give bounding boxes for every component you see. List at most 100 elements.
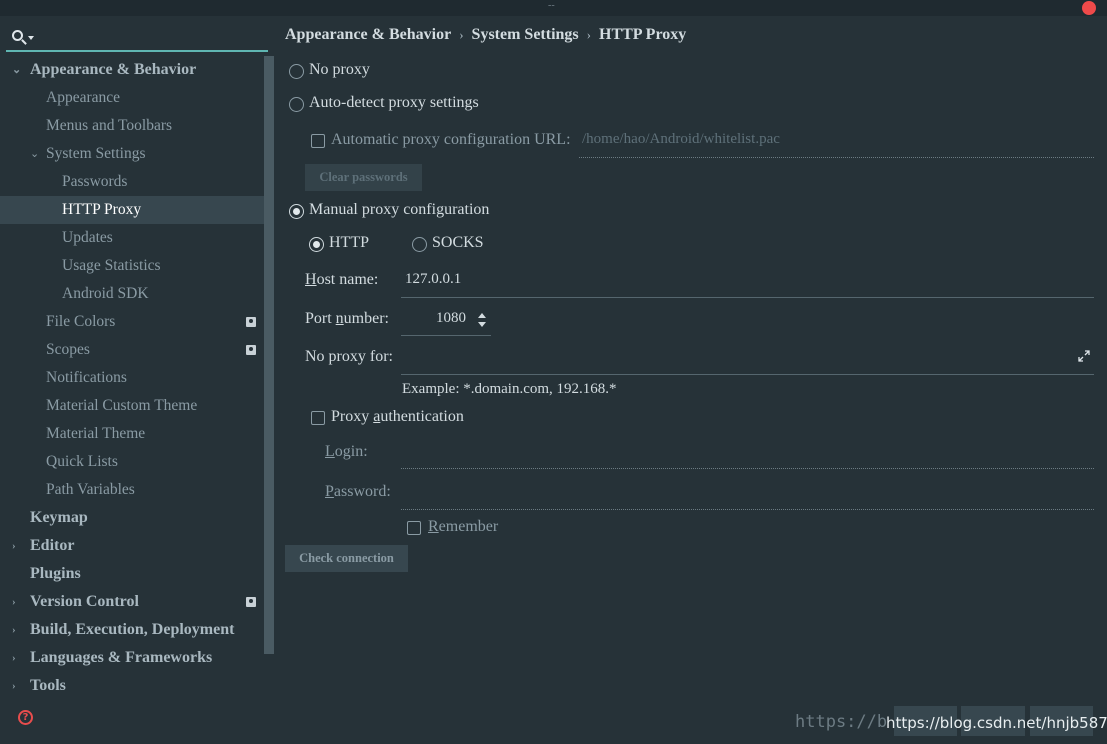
sidebar-item-editor[interactable]: › Editor [0, 532, 264, 560]
sidebar-item-quick-lists[interactable]: Quick Lists [0, 448, 264, 476]
remember-label[interactable]: Remember [428, 518, 498, 536]
http-radio[interactable] [309, 237, 324, 252]
proxy-auth-label[interactable]: Proxy authentication [331, 408, 464, 426]
password-input[interactable] [401, 509, 1094, 510]
auto-detect-radio[interactable] [289, 97, 304, 112]
sidebar-item-label: Keymap [30, 509, 88, 526]
port-number-input[interactable]: 1080 [436, 310, 466, 327]
chevron-right-icon[interactable]: › [12, 616, 16, 644]
no-proxy-label[interactable]: No proxy [309, 61, 370, 79]
http-proxy-panel: Appearance & Behavior › System Settings › HT… [275, 16, 1107, 744]
login-input[interactable] [401, 468, 1094, 469]
breadcrumb-system-settings: System Settings [471, 26, 579, 43]
expand-icon[interactable] [1078, 350, 1090, 362]
watermark-text: https://b [795, 712, 888, 732]
sidebar-item-label: Build, Execution, Deployment [30, 621, 235, 638]
help-icon[interactable]: ? [18, 710, 33, 725]
sidebar-item-label: Material Theme [46, 425, 146, 442]
search-options-chevron-icon[interactable] [28, 36, 34, 40]
sidebar-item-label: Updates [62, 229, 113, 246]
auto-detect-label[interactable]: Auto-detect proxy settings [309, 94, 479, 112]
password-label: Password: [325, 483, 391, 501]
manual-proxy-radio[interactable] [289, 204, 304, 219]
watermark-url: https://blog.csdn.net/hnjb5873 [886, 714, 1107, 732]
sidebar-item-label: Passwords [62, 173, 128, 190]
host-mnemonic: H [305, 271, 317, 288]
port-label-rest: umber: [343, 310, 389, 327]
no-proxy-example: Example: *.domain.com, 192.168.* [402, 381, 617, 397]
password-label-rest: assword: [333, 483, 391, 500]
sidebar-item-file-colors[interactable]: File Colors [0, 308, 264, 336]
sidebar-item-usage-statistics[interactable]: Usage Statistics [0, 252, 264, 280]
chevron-down-icon[interactable]: ⌄ [12, 56, 21, 84]
auto-config-url-checkbox[interactable] [311, 134, 325, 148]
check-connection-button[interactable]: Check connection [285, 545, 408, 572]
sidebar-item-label: Android SDK [62, 285, 149, 302]
sidebar-item-notifications[interactable]: Notifications [0, 364, 264, 392]
port-number-label: Port number: [305, 310, 389, 328]
sidebar-item-label: Menus and Toolbars [46, 117, 173, 134]
search-icon-handle [21, 39, 27, 45]
sidebar-item-label: Languages & Frameworks [30, 649, 213, 666]
proxy-auth-checkbox[interactable] [311, 411, 325, 425]
manual-proxy-label[interactable]: Manual proxy configuration [309, 201, 489, 219]
chevron-down-icon[interactable]: ⌄ [30, 140, 39, 168]
port-number-underline [401, 335, 491, 336]
clear-passwords-button[interactable]: Clear passwords [305, 164, 422, 191]
host-label-rest: ost name: [316, 271, 379, 288]
sidebar-item-keymap[interactable]: Keymap [0, 504, 264, 532]
sidebar-item-android-sdk[interactable]: Android SDK [0, 280, 264, 308]
sidebar-item-passwords[interactable]: Passwords [0, 168, 264, 196]
chevron-right-icon[interactable]: › [12, 588, 16, 616]
sidebar-item-label: HTTP Proxy [62, 201, 142, 218]
sidebar-item-menus-and-toolbars[interactable]: Menus and Toolbars [0, 112, 264, 140]
chevron-right-icon[interactable]: › [12, 532, 16, 560]
password-mnemonic: P [325, 483, 334, 500]
sidebar-item-plugins[interactable]: Plugins [0, 560, 264, 588]
sidebar-item-scopes[interactable]: Scopes [0, 336, 264, 364]
sidebar-item-system-settings[interactable]: ⌄ System Settings [0, 140, 264, 168]
chevron-right-icon[interactable]: › [12, 644, 16, 672]
sidebar-item-languages-frameworks[interactable]: › Languages & Frameworks [0, 644, 264, 672]
breadcrumb-appearance-behavior: Appearance & Behavior [285, 26, 452, 43]
settings-sidebar: ⌄ Appearance & Behavior Appearance Menus an… [0, 16, 275, 744]
sidebar-item-version-control[interactable]: › Version Control [0, 588, 264, 616]
sidebar-item-updates[interactable]: Updates [0, 224, 264, 252]
login-mnemonic: L [325, 443, 335, 460]
sidebar-item-label: File Colors [46, 313, 116, 330]
host-name-underline [401, 297, 1094, 298]
sidebar-scrollbar[interactable] [264, 56, 274, 654]
socks-radio[interactable] [412, 237, 427, 252]
sidebar-item-material-custom-theme[interactable]: Material Custom Theme [0, 392, 264, 420]
sidebar-item-appearance-behavior[interactable]: ⌄ Appearance & Behavior [0, 56, 264, 84]
no-proxy-radio[interactable] [289, 64, 304, 79]
sidebar-item-http-proxy[interactable]: HTTP Proxy [0, 196, 264, 224]
title-bar: -- [0, 0, 1107, 16]
sidebar-item-path-variables[interactable]: Path Variables [0, 476, 264, 504]
sidebar-item-tools[interactable]: › Tools [0, 672, 264, 696]
remember-checkbox[interactable] [407, 521, 421, 535]
auto-config-url-input[interactable]: /home/hao/Android/whitelist.pac [582, 131, 780, 148]
sidebar-item-label: Plugins [30, 565, 81, 582]
auth-label-pre: Proxy [331, 408, 374, 425]
close-window-button[interactable] [1082, 1, 1096, 15]
sidebar-item-build-execution-deployment[interactable]: › Build, Execution, Deployment [0, 616, 264, 644]
port-decrement-icon[interactable] [478, 322, 486, 327]
sidebar-item-label: Path Variables [46, 481, 135, 498]
sidebar-item-label: Material Custom Theme [46, 397, 198, 414]
sidebar-item-label: System Settings [46, 145, 146, 162]
sidebar-item-material-theme[interactable]: Material Theme [0, 420, 264, 448]
host-name-input[interactable]: 127.0.0.1 [405, 271, 461, 288]
socks-label[interactable]: SOCKS [432, 234, 484, 252]
search-input[interactable] [6, 28, 268, 52]
project-level-icon [246, 597, 256, 607]
sidebar-item-appearance[interactable]: Appearance [0, 84, 264, 112]
no-proxy-for-underline[interactable] [401, 374, 1094, 375]
breadcrumb-separator: › [586, 27, 591, 42]
chevron-right-icon[interactable]: › [12, 672, 16, 696]
port-increment-icon[interactable] [478, 313, 486, 318]
host-name-label: Host name: [305, 271, 378, 289]
breadcrumb-separator: › [459, 27, 464, 42]
settings-tree: ⌄ Appearance & Behavior Appearance Menus an… [0, 56, 264, 696]
http-label[interactable]: HTTP [329, 234, 369, 252]
